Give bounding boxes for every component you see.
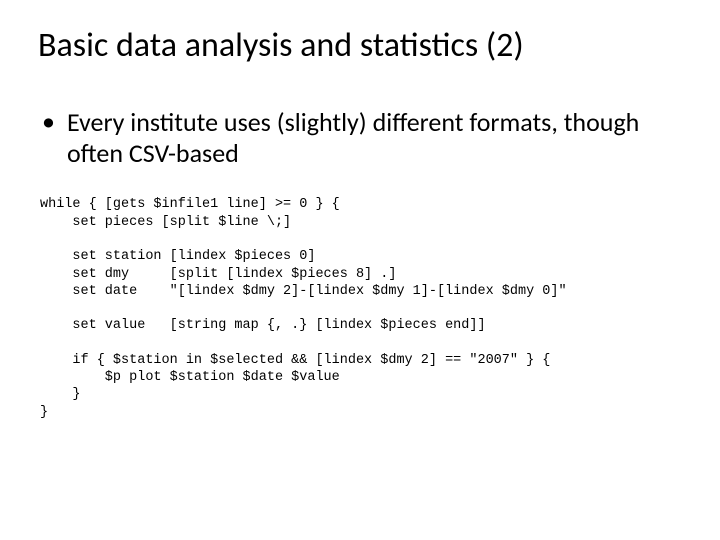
slide: Basic data analysis and statistics (2) •…	[0, 0, 720, 540]
bullet-text: Every institute uses (slightly) differen…	[67, 107, 682, 168]
bullet-item: • Every institute uses (slightly) differ…	[38, 107, 682, 168]
code-block: while { [gets $infile1 line] >= 0 } { se…	[40, 196, 682, 420]
bullet-marker: •	[42, 107, 55, 137]
slide-title: Basic data analysis and statistics (2)	[38, 26, 682, 65]
